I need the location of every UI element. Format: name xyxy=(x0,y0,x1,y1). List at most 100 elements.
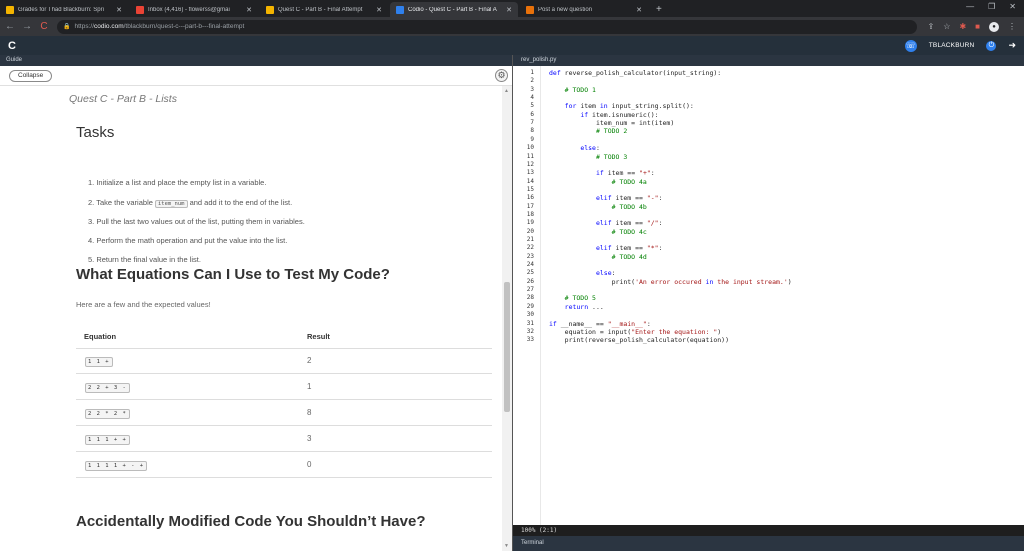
tab-close-icon[interactable]: ✕ xyxy=(376,6,382,14)
menu-dots-icon[interactable]: ⋮ xyxy=(1008,22,1016,31)
code-line[interactable]: elif item == "-": xyxy=(549,194,663,202)
tab-title: Quest C - Part B - Final Attempt xyxy=(278,6,363,13)
code-line[interactable]: # TODO 3 xyxy=(549,153,627,161)
code-line[interactable]: item_num = int(item) xyxy=(549,119,674,127)
guide-scrollbar[interactable]: ▲ ▼ xyxy=(502,86,512,551)
code-line[interactable]: # TODO 4a xyxy=(549,178,647,186)
code-line[interactable]: if item.isnumeric(): xyxy=(549,111,658,119)
browser-tab[interactable]: Grades for Thad Blackburn: Spri ✕ xyxy=(0,2,128,17)
code-line[interactable]: return ... xyxy=(549,303,604,311)
code-line[interactable]: elif item == "*": xyxy=(549,244,663,252)
browser-tab[interactable]: Codio - Quest C - Part B - Final A ✕ xyxy=(390,2,518,17)
browser-tab[interactable]: Quest C - Part B - Final Attempt ✕ xyxy=(260,2,388,17)
terminal-tab[interactable]: Terminal xyxy=(513,536,1024,551)
page-title: Quest C - Part B - Lists xyxy=(69,93,177,105)
line-number: 21 xyxy=(526,236,534,243)
task-text: and add it to the end of the list. xyxy=(187,198,293,207)
url-prefix: https:// xyxy=(74,23,94,30)
code-line[interactable]: # TODO 1 xyxy=(549,86,596,94)
share-icon[interactable]: ⇪ xyxy=(928,22,935,31)
window-controls: — ❐ ✕ xyxy=(966,2,1016,11)
code-line[interactable]: if item == "+": xyxy=(549,169,655,177)
tab-close-icon[interactable]: ✕ xyxy=(636,6,642,14)
code-line[interactable]: elif item == "/": xyxy=(549,219,663,227)
browser-tab[interactable]: Inbox (4,416) - flowerss@gmai ✕ xyxy=(130,2,258,17)
table-row-result: 3 xyxy=(307,434,312,443)
line-number: 10 xyxy=(526,144,534,152)
task-text: 5. Return the final value in the list. xyxy=(88,255,201,264)
minimize-icon[interactable]: — xyxy=(966,2,974,11)
code-editor[interactable]: 1 2 3 4 5 6 7 8 9 10 11 12 13 14 15 16 17 18 19 20 21 22 23 24 2… xyxy=(513,66,1024,525)
line-number: 3 xyxy=(530,85,534,93)
url-input[interactable]: 🔒 https://codio.com/tblackburn/quest-c--… xyxy=(57,19,917,34)
tab-favicon-icon xyxy=(6,5,14,14)
guide-pane: Guide Collapse ⚙ Quest C - Part B - List… xyxy=(0,55,512,551)
scroll-down-icon[interactable]: ▼ xyxy=(504,543,509,549)
codio-header: C ☏ TBLACKBURN ⏻ ➜ xyxy=(0,36,1024,55)
code-line[interactable]: if __name__ == "__main__": xyxy=(549,320,651,328)
line-number: 2 xyxy=(530,77,534,85)
task-text: 3. Pull the last two values out of the l… xyxy=(88,217,305,226)
line-number: 29 xyxy=(526,302,534,310)
profile-avatar[interactable]: ● xyxy=(989,21,999,32)
tab-close-icon[interactable]: ✕ xyxy=(246,6,252,14)
table-row-equation: 2 2 * 2 * xyxy=(85,409,130,419)
lock-icon: 🔒 xyxy=(63,24,71,30)
code-line[interactable]: # TODO 4d xyxy=(549,253,647,261)
extension-square-icon[interactable]: ■ xyxy=(975,22,980,31)
line-number: 23 xyxy=(526,252,534,260)
code-line[interactable]: equation = input("Enter the equation: ") xyxy=(549,328,722,336)
close-window-icon[interactable]: ✕ xyxy=(1009,2,1016,11)
forward-arrow-icon[interactable]: → xyxy=(20,21,34,32)
back-arrow-icon[interactable]: ← xyxy=(3,21,17,32)
table-divider xyxy=(76,373,492,374)
tab-close-icon[interactable]: ✕ xyxy=(116,6,122,14)
line-number: 31 xyxy=(526,319,534,327)
code-line[interactable]: print(reverse_polish_calculator(equation… xyxy=(549,336,729,344)
power-icon[interactable]: ⏻ xyxy=(986,40,997,51)
code-line[interactable]: # TODO 4b xyxy=(549,203,647,211)
tab-title: Codio - Quest C - Part B - Final A xyxy=(408,6,497,13)
code-line[interactable]: def reverse_polish_calculator(input_stri… xyxy=(549,69,721,77)
table-divider xyxy=(76,399,492,400)
line-number: 5 xyxy=(530,102,534,110)
logout-icon[interactable]: ➜ xyxy=(1008,40,1016,51)
line-number: 33 xyxy=(526,336,534,344)
line-number: 1 xyxy=(530,69,534,76)
task-item: 3. Pull the last two values out of the l… xyxy=(88,217,305,226)
code-line[interactable]: for item in input_string.split(): xyxy=(549,102,694,110)
accidental-heading: Accidentally Modified Code You Shouldn’t… xyxy=(76,513,426,530)
support-icon[interactable]: ☏ xyxy=(904,39,917,52)
code-line[interactable]: # TODO 2 xyxy=(549,127,627,135)
guide-toolbar: Collapse ⚙ xyxy=(0,66,512,86)
tab-close-icon[interactable]: ✕ xyxy=(506,6,512,14)
scroll-up-icon[interactable]: ▲ xyxy=(504,88,509,94)
task-item: 5. Return the final value in the list. xyxy=(88,255,201,264)
collapse-button[interactable]: Collapse xyxy=(9,70,53,82)
task-inline-code: item_num xyxy=(155,200,188,208)
username[interactable]: TBLACKBURN xyxy=(929,42,975,49)
reload-icon[interactable]: C xyxy=(37,21,51,32)
code-line[interactable]: # TODO 4c xyxy=(549,228,647,236)
scroll-thumb[interactable] xyxy=(504,282,510,412)
code-line[interactable]: print('An error occured in the input str… xyxy=(549,278,792,286)
line-number: 16 xyxy=(526,194,534,202)
new-tab-icon[interactable]: + xyxy=(650,2,668,17)
codio-logo[interactable]: C xyxy=(8,40,16,52)
line-number: 13 xyxy=(526,169,534,177)
extension-icon[interactable]: ✱ xyxy=(959,22,966,31)
browser-tab[interactable]: Post a new question ✕ xyxy=(520,2,648,17)
line-number: 12 xyxy=(526,160,534,168)
star-icon[interactable]: ☆ xyxy=(943,22,950,31)
code-line[interactable]: else: xyxy=(549,269,616,277)
editor-pane: rev_polish.py 1 2 3 4 5 6 7 8 9 10 11 12 13 14 15 16 17 1… xyxy=(512,55,1024,551)
guide-tab[interactable]: Guide xyxy=(0,55,512,66)
editor-file-tab[interactable]: rev_polish.py xyxy=(513,55,1024,66)
line-number: 4 xyxy=(530,94,534,102)
restore-icon[interactable]: ❐ xyxy=(988,2,995,11)
line-number: 9 xyxy=(530,135,534,143)
gear-icon[interactable]: ⚙ xyxy=(495,69,508,82)
code-line[interactable]: else: xyxy=(549,144,600,152)
code-line[interactable]: # TODO 5 xyxy=(549,294,596,302)
table-row-equation: 1 1 + xyxy=(85,357,113,367)
